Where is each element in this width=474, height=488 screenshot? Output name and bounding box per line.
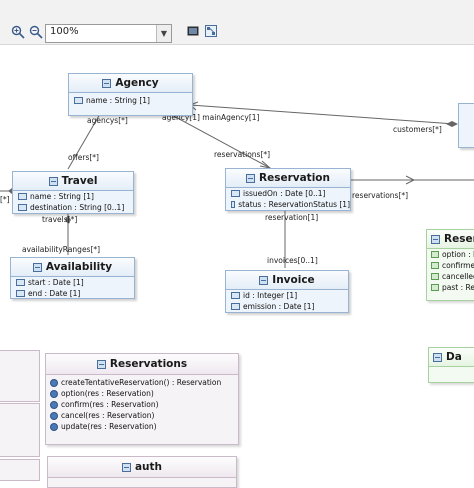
- enum-literal: past : Res: [442, 283, 474, 292]
- operation: update(res : Reservation): [61, 422, 157, 431]
- datatype-name: Da: [446, 351, 462, 363]
- attribute-icon: [231, 303, 240, 310]
- edge-label-reservation: reservation[1]: [265, 213, 319, 222]
- class-icon: [102, 78, 112, 88]
- class-name: Invoice: [272, 274, 315, 286]
- edge-label-reservations-agency: reservations[*]: [214, 150, 271, 159]
- attribute: destination : String [0..1]: [30, 203, 125, 212]
- literal-icon: [431, 284, 439, 291]
- enum-icon: [431, 234, 440, 244]
- interface-partial-left-2[interactable]: [0, 403, 40, 457]
- attribute: start : Date [1]: [28, 278, 84, 287]
- class-name: Agency: [115, 77, 159, 89]
- edge-label-agencys: agencys[*]: [87, 116, 128, 125]
- interface-partial-left-1[interactable]: [0, 350, 40, 402]
- attribute-icon: [16, 279, 25, 286]
- class-icon: [32, 262, 42, 272]
- literal-icon: [431, 262, 439, 269]
- edge-label-left-stub: [*]: [0, 195, 10, 204]
- attribute-icon: [231, 190, 240, 197]
- datatype-date-partial[interactable]: Da: [428, 347, 474, 383]
- attribute: name : String [1]: [86, 96, 150, 105]
- operation-icon: [50, 378, 58, 387]
- enum-reservation-status[interactable]: Reser option : Re confirmed cancelled pa…: [426, 229, 474, 301]
- zoom-out-icon[interactable]: [28, 25, 44, 41]
- class-name: Travel: [61, 175, 98, 187]
- attribute-icon: [74, 97, 83, 104]
- edge-label-availability-ranges: availabilityRanges[*]: [22, 245, 101, 254]
- interface-reservations[interactable]: Reservations createTentativeReservation(…: [45, 353, 239, 445]
- enum-name: Reser: [444, 233, 474, 245]
- operation: cancel(res : Reservation): [61, 411, 155, 420]
- class-name: Availability: [45, 261, 113, 273]
- interface-name: auth: [134, 461, 163, 473]
- enum-literal: option : Re: [442, 250, 474, 259]
- literal-icon: [431, 251, 439, 258]
- layout-icon[interactable]: [203, 25, 219, 41]
- literal-icon: [431, 273, 439, 280]
- class-customer-partial[interactable]: [458, 103, 474, 148]
- attribute: name : String [1]: [30, 192, 94, 201]
- operation: option(res : Reservation): [61, 389, 154, 398]
- operation: confirm(res : Reservation): [61, 400, 159, 409]
- class-invoice[interactable]: Invoice id : Integer [1] emission : Date…: [225, 270, 349, 313]
- operation-icon: [50, 422, 58, 431]
- class-agency[interactable]: Agency name : String [1]: [68, 73, 193, 116]
- attribute: issuedOn : Date [0..1]: [243, 189, 326, 198]
- interface-auth[interactable]: auth: [47, 456, 237, 488]
- enum-literal: confirmed: [442, 261, 474, 270]
- interface-name: Reservations: [109, 358, 188, 370]
- interface-icon: [121, 462, 131, 472]
- operation-icon: [50, 389, 58, 398]
- edge-label-travels: travels[*]: [42, 215, 78, 224]
- class-reservation[interactable]: Reservation issuedOn : Date [0..1] statu…: [225, 168, 351, 211]
- class-icon: [246, 173, 255, 183]
- enum-literal: cancelled: [442, 272, 474, 281]
- interface-partial-left-3[interactable]: [0, 459, 40, 481]
- class-icon: [259, 275, 269, 285]
- chevron-down-icon[interactable]: ▼: [156, 25, 171, 42]
- attribute: status : ReservationStatus [1]: [238, 200, 350, 209]
- class-name: Reservation: [259, 172, 330, 184]
- attribute: end : Date [1]: [28, 289, 81, 298]
- datatype-icon: [433, 352, 442, 362]
- class-icon: [48, 176, 58, 186]
- operation: createTentativeReservation() : Reservati…: [61, 378, 222, 387]
- class-travel[interactable]: Travel name : String [1] destination : S…: [12, 171, 134, 214]
- interface-icon: [96, 359, 106, 369]
- export-image-icon[interactable]: [185, 25, 201, 41]
- attribute: id : Integer [1]: [243, 291, 298, 300]
- edge-label-customers: customers[*]: [393, 125, 442, 134]
- edge-label-offers: offers[*]: [68, 153, 99, 162]
- class-availability[interactable]: Availability start : Date [1] end : Date…: [10, 257, 135, 299]
- attribute-icon: [231, 292, 240, 299]
- attribute-icon: [16, 290, 25, 297]
- attribute-icon: [231, 201, 236, 208]
- zoom-select[interactable]: 100% ▼: [45, 24, 172, 43]
- diagram-canvas[interactable]: agencys[*] offers[*] agency[1] mainAgenc…: [0, 45, 474, 488]
- attribute-icon: [18, 204, 27, 211]
- attribute-icon: [18, 193, 27, 200]
- edge-label-reservations-right: reservations[*]: [352, 191, 409, 200]
- zoom-in-icon[interactable]: [10, 25, 26, 41]
- attribute: emission : Date [1]: [243, 302, 315, 311]
- zoom-value: 100%: [50, 26, 79, 37]
- edge-label-invoices: invoices[0..1]: [267, 256, 318, 265]
- operation-icon: [50, 411, 58, 420]
- operation-icon: [50, 400, 58, 409]
- diagram-toolbar: 100% ▼: [0, 0, 474, 45]
